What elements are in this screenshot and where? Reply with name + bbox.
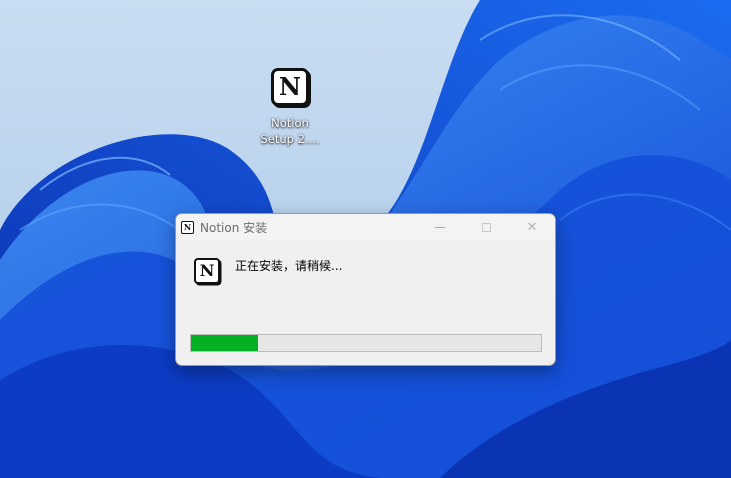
close-icon: ✕ <box>526 219 538 235</box>
window-titlebar[interactable]: N Notion 安装 ✕ <box>176 214 555 240</box>
notion-logo-icon: N <box>181 220 194 234</box>
window-title: Notion 安装 <box>200 220 268 235</box>
install-status-text: 正在安装，请稍候... <box>235 259 343 273</box>
notion-logo-icon: N <box>271 68 309 106</box>
desktop: N Notion Setup 2.... N Notion 安装 ✕ N 正在安… <box>0 0 731 478</box>
desktop-icon-notion-setup[interactable]: N Notion Setup 2.... <box>250 68 330 147</box>
installer-window: N Notion 安装 ✕ N 正在安装，请稍候... <box>175 213 556 366</box>
desktop-icon-label-line1: Notion <box>271 116 309 130</box>
maximize-icon <box>481 222 491 232</box>
close-button: ✕ <box>509 214 555 240</box>
minimize-icon <box>435 226 445 228</box>
desktop-icon-label: Notion Setup 2.... <box>260 115 319 147</box>
maximize-button <box>463 214 509 240</box>
install-progress-bar <box>190 334 542 352</box>
desktop-icon-label-line2: Setup 2.... <box>260 132 320 146</box>
notion-logo-icon: N <box>194 258 220 284</box>
minimize-button[interactable] <box>417 214 463 240</box>
install-progress-fill <box>191 335 258 351</box>
window-content: N 正在安装，请稍候... <box>176 240 555 365</box>
